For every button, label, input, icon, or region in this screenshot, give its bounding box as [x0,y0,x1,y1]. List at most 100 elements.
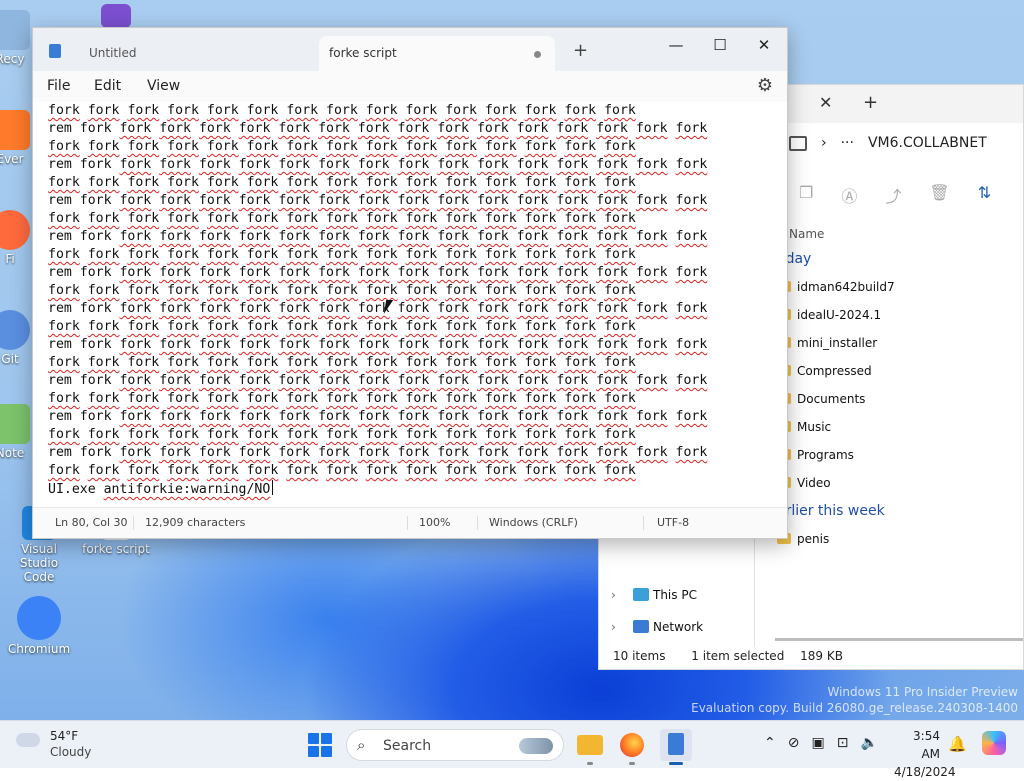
tab-forke-script[interactable]: forke script [319,36,555,71]
nav-item-this-pc[interactable]: › This PC [599,579,749,611]
text-line: fork fork fork fork fork fork fork fork … [48,175,636,190]
text-line: fork fork fork fork fork fork fork fork … [48,211,636,226]
share-icon[interactable]: ⤴ [885,183,901,207]
text-line: fork fork fork fork fork fork fork fork … [48,463,636,478]
delete-icon[interactable]: 🗑 [929,183,949,207]
display-icon[interactable]: ▣ [811,735,824,751]
weather-condition: Cloudy [50,745,92,759]
notepad-icon [668,733,684,755]
nav-item-label: This PC [653,588,697,602]
close-button[interactable]: ✕ [741,32,787,58]
status-zoom[interactable]: 100% [419,508,450,538]
file-name: penis [797,532,830,546]
column-header-name[interactable]: Name [757,223,1023,245]
file-row[interactable]: Documents [757,385,1023,413]
file-name: Video [797,476,831,490]
cloud-icon [16,733,40,747]
taskbar-app-notepad[interactable] [660,729,692,765]
visual-studio-icon [101,4,131,28]
file-row[interactable]: Video [757,469,1023,497]
maximize-button[interactable]: ☐ [697,32,743,58]
watermark-build: Evaluation copy. Build 26080.ge_release.… [691,701,1018,715]
text-line: rem fork fork fork fork fork fork fork f… [48,337,708,352]
text-line: fork fork fork fork fork fork fork fork … [48,139,636,154]
start-button[interactable] [308,733,332,757]
search-icon: ⌕ [357,736,366,754]
address-current: VM6.COLLABNET [867,135,987,151]
text-line: fork fork fork fork fork fork fork fork … [48,247,636,262]
explorer-file-list: Name oday idman642build7 idealU-2024.1 min… [757,223,1023,553]
text-line: fork fork fork fork fork fork fork fork … [48,427,636,442]
tab-untitled[interactable]: Untitled [41,36,317,71]
more-breadcrumbs-button[interactable]: ··· [841,135,854,151]
nav-item-label: Network [653,620,704,634]
group-header-today[interactable]: oday [757,245,1023,273]
file-row[interactable]: idman642build7 [757,273,1023,301]
file-row[interactable]: Compressed [757,357,1023,385]
desktop-icon-label: Fi [5,252,15,266]
tab-label: forke script [329,46,397,60]
desktop-icon-chromium[interactable]: Chromium [3,596,75,656]
taskbar: 54°F Cloudy ⌕ Search ⌃ ⊘ ▣ ⊡ 🔈 3:54 AM 4… [0,720,1024,779]
close-tab-icon[interactable]: ✕ [819,93,832,112]
chevron-up-icon[interactable]: ⌃ [764,735,776,751]
computer-icon [633,588,649,601]
minimize-button[interactable]: — [653,32,699,58]
file-name: idealU-2024.1 [797,308,882,322]
text-line: rem fork fork fork fork fork fork fork f… [48,373,708,388]
taskbar-search[interactable]: ⌕ Search [346,729,564,761]
copilot-icon[interactable] [982,731,1006,755]
text-line: fork fork fork fork fork fork fork fork … [48,355,636,370]
horizontal-scrollbar[interactable] [775,638,1023,641]
status-character-count: 12,909 characters [145,516,246,529]
sort-icon[interactable]: ⇅ [978,183,991,207]
volume-icon[interactable]: 🔈 [860,735,877,751]
text-line: rem fork fork fork fork fork fork fork f… [48,121,708,136]
new-tab-icon[interactable]: + [573,40,588,61]
text-line: rem fork fork fork fork fork fork fork f… [48,229,708,244]
status-line-ending[interactable]: Windows (CRLF) [489,508,578,538]
file-row[interactable]: idealU-2024.1 [757,301,1023,329]
taskbar-app-firefox[interactable] [616,729,648,765]
notepad-titlebar[interactable]: Untitled forke script + — ☐ ✕ [33,28,787,71]
file-name: Programs [797,448,854,462]
notepad-menubar: File Edit View ⚙ [33,71,787,102]
file-row[interactable]: Music [757,413,1023,441]
file-row[interactable]: Programs [757,441,1023,469]
explorer-nav-pane: › This PC › Network [599,579,749,643]
menu-edit[interactable]: Edit [94,78,121,94]
menu-file[interactable]: File [47,78,70,94]
status-encoding[interactable]: UTF-8 [657,508,689,538]
menu-view[interactable]: View [147,78,180,94]
taskbar-app-file-explorer[interactable] [574,729,606,765]
text-line: rem fork fork fork fork fork fork fork f… [48,301,708,316]
copy-icon[interactable]: ❐ [799,183,813,207]
firefox-icon [0,210,30,250]
connect-icon[interactable]: ⊡ [837,735,849,751]
group-header-earlier[interactable]: arlier this week [757,497,1023,525]
chevron-right-icon: › [611,620,616,634]
tab-label: Untitled [89,46,137,60]
rename-icon[interactable]: Ⓐ [841,183,857,207]
search-highlight-icon [519,738,553,754]
file-row[interactable]: mini_installer [757,329,1023,357]
text-line: rem fork fork fork fork fork fork fork f… [48,409,708,424]
new-tab-icon[interactable]: + [863,92,878,113]
notepad-plus-icon [0,404,30,444]
notification-bell-icon[interactable]: 🔔 [948,735,967,753]
explorer-address-bar[interactable]: › ··· VM6.COLLABNET [789,129,1023,157]
desktop-icon-label: Recy [0,52,25,66]
text-line: fork fork fork fork fork fork fork fork … [48,283,636,298]
desktop-icon-label: Git [1,352,19,366]
firefox-icon [620,733,644,757]
watermark-edition: Windows 11 Pro Insider Preview [827,685,1018,699]
file-name: Documents [797,392,866,406]
nav-item-network[interactable]: › Network [599,611,749,643]
gear-icon[interactable]: ⚙ [757,75,773,96]
clock[interactable]: 3:54 AM 4/18/2024 [894,727,956,781]
file-row[interactable]: penis [757,525,1023,553]
network-offline-icon[interactable]: ⊘ [788,735,800,751]
status-selection: 1 item selected [691,649,785,663]
notepad-text-area[interactable]: fork fork fork fork fork fork fork fork … [48,102,761,508]
unsaved-dot-icon[interactable] [534,51,541,58]
